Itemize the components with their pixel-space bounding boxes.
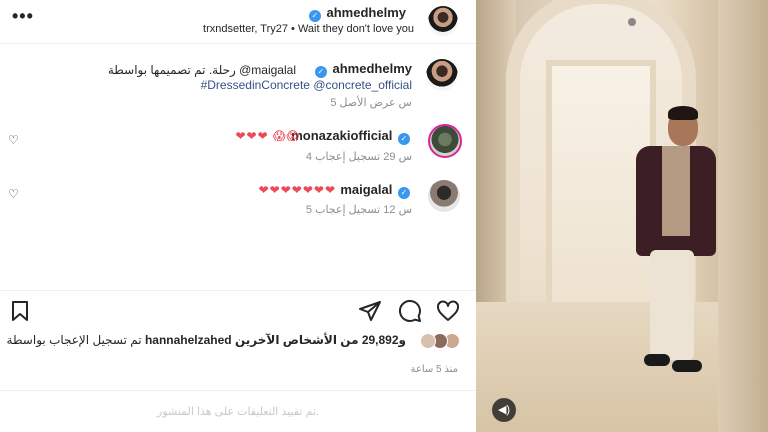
post-time: منذ 5 ساعة: [410, 364, 458, 375]
volume-icon[interactable]: ◀): [492, 398, 516, 422]
liker-avatars[interactable]: [412, 333, 460, 349]
verified-icon: ✓: [398, 187, 410, 199]
comment-meta[interactable]: 5 س 12 تسجيل إعجاب: [306, 203, 412, 216]
photo-ceiling-lamp: [628, 18, 636, 26]
share-icon[interactable]: [358, 299, 382, 323]
comment-like-heart-icon[interactable]: ♡: [8, 133, 19, 147]
likes-summary[interactable]: تم تسجيل الإعجاب بواسطة hannahelzahed و2…: [6, 332, 406, 349]
comment-text: ❤❤❤ 😱😱: [235, 129, 300, 143]
comment-text: ❤❤❤❤❤❤❤: [258, 183, 336, 197]
comment-avatar[interactable]: [428, 124, 462, 158]
post-photo[interactable]: ◀): [476, 0, 768, 432]
header-audio-subtitle[interactable]: trxndsetter, Try27 • Wait they don't lov…: [203, 23, 414, 35]
comment-avatar[interactable]: [428, 180, 460, 212]
caption-avatar[interactable]: [426, 59, 458, 91]
post-header: ••• ✓ ahmedhelmy trxndsetter, Try27 • Wa…: [0, 0, 476, 44]
header-avatar[interactable]: [428, 6, 458, 36]
bookmark-icon[interactable]: [8, 299, 32, 323]
verified-icon: ✓: [314, 66, 327, 78]
verified-icon: ✓: [398, 133, 410, 145]
caption-text: رحلة. تم تصميمها بواسطة @maigalal: [107, 63, 296, 77]
comment-meta[interactable]: 4 س 29 تسجيل إعجاب: [306, 150, 412, 163]
comment-icon[interactable]: [398, 299, 422, 323]
comment-like-heart-icon[interactable]: ♡: [8, 187, 19, 201]
comment-username[interactable]: maigalal ✓: [340, 182, 412, 199]
more-dots-icon[interactable]: •••: [12, 6, 34, 27]
comments-panel: ••• ✓ ahmedhelmy trxndsetter, Try27 • Wa…: [0, 0, 476, 432]
caption-meta[interactable]: 5 س عرض الأصل: [330, 96, 412, 109]
heart-icon[interactable]: [436, 299, 460, 323]
verified-icon: ✓: [308, 10, 321, 22]
photo-person: [616, 106, 716, 380]
caption-username[interactable]: ✓ ahmedhelmy: [313, 61, 412, 78]
action-bar: [0, 290, 476, 330]
instagram-post-view: ••• ✓ ahmedhelmy trxndsetter, Try27 • Wa…: [0, 0, 768, 432]
comments-closed-notice: تم تقييد التعليقات على هذا المنشور.: [0, 390, 476, 432]
photo-pillar: [718, 0, 768, 432]
caption-hashtags[interactable]: #DressedinConcrete @concrete_official: [201, 78, 412, 92]
comment-username[interactable]: monazakiofficial ✓: [291, 128, 412, 145]
header-username[interactable]: ✓ ahmedhelmy: [307, 5, 406, 22]
